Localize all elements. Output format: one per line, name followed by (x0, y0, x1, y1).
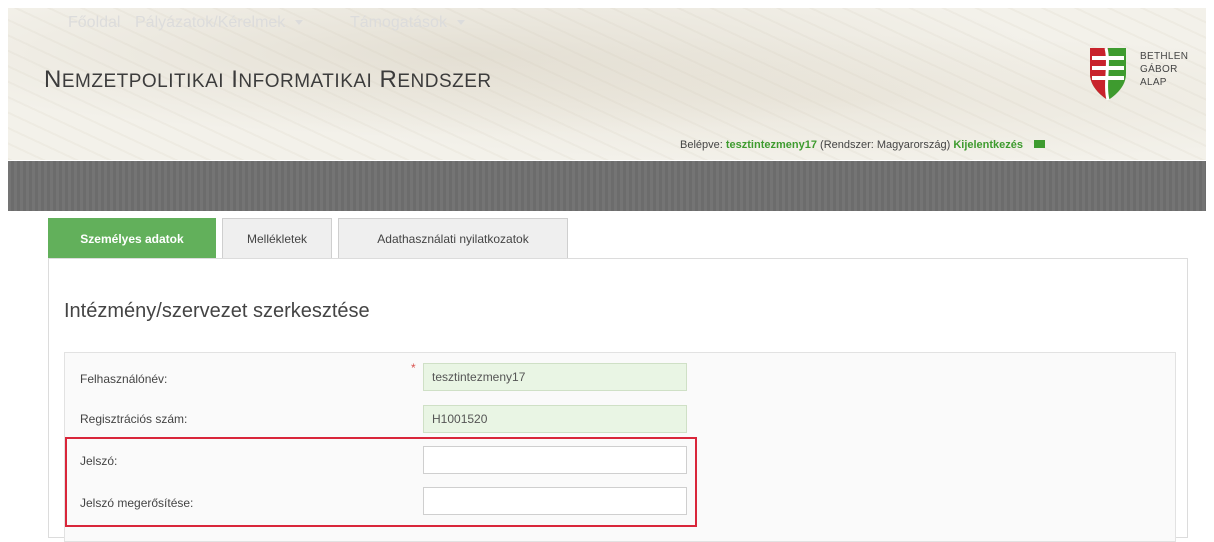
required-asterisk: * (411, 361, 416, 375)
password-field[interactable] (423, 446, 687, 474)
username-label: Felhasználónév: (80, 372, 168, 386)
nav-grants[interactable]: Támogatások (350, 14, 465, 32)
login-prefix: Belépve: (680, 139, 723, 151)
mail-icon[interactable] (1034, 140, 1046, 149)
bethlen-gabor-alap-logo[interactable]: BETHLEN GÁBOR ALAP (1086, 44, 1198, 110)
logout-link[interactable]: Kijelentkezés (953, 139, 1023, 151)
tab-personal-data[interactable]: Személyes adatok (48, 218, 216, 258)
password-confirm-field[interactable] (423, 487, 687, 515)
password-confirm-label: Jelszó megerősítése: (80, 496, 194, 510)
tab-data-usage-statements[interactable]: Adathasználati nyilatkozatok (338, 218, 568, 258)
tab-attachments[interactable]: Mellékletek (222, 218, 332, 258)
chevron-down-icon (456, 20, 465, 26)
password-label: Jelszó: (80, 454, 118, 468)
logged-in-username[interactable]: tesztintezmeny17 (726, 139, 817, 151)
username-field: tesztintezmeny17 (423, 363, 687, 391)
chevron-down-icon (295, 20, 304, 26)
logo-emblem-icon (1090, 47, 1126, 101)
page-title: Intézmény/szervezet szerkesztése (64, 300, 370, 322)
registration-number-field: H1001520 (423, 405, 687, 433)
main-navbar (8, 161, 1206, 211)
logo-text: BETHLEN GÁBOR ALAP (1140, 51, 1189, 88)
login-system: (Rendszer: Magyarország) (820, 139, 951, 151)
nav-home[interactable]: Főoldal (68, 14, 120, 32)
login-status: Belépve: tesztintezmeny17 (Rendszer: Mag… (680, 139, 1046, 151)
registration-number-label: Regisztrációs szám: (80, 412, 188, 426)
nav-applications[interactable]: Pályázatok/Kérelmek (135, 14, 304, 32)
site-title: NEMZETPOLITIKAI INFORMATIKAI RENDSZER (44, 66, 492, 93)
